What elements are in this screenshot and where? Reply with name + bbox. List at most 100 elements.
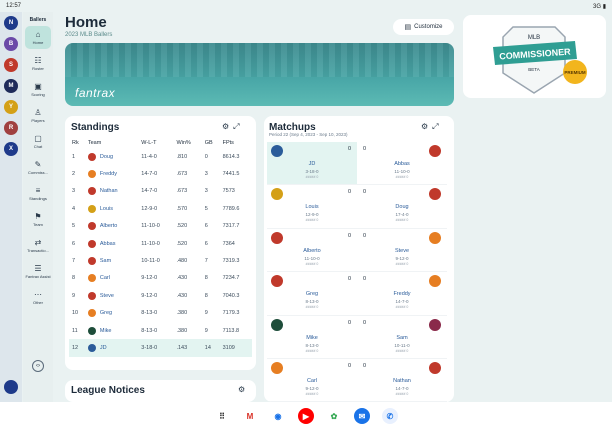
- nav-item-chat[interactable]: ▢ Chat: [25, 130, 51, 153]
- league-logo[interactable]: S: [4, 58, 18, 72]
- team-avatar: [87, 257, 96, 266]
- matchup-row[interactable]: 0 Louis 12-9-0 ##### 0 0 Doug 17-4-0 ##### 0: [267, 185, 447, 229]
- league-logo[interactable]: Y: [4, 100, 18, 114]
- table-row[interactable]: 3 Nathan 14-7-0 .673 3 7573: [69, 183, 252, 200]
- team-name[interactable]: Abbas: [100, 241, 116, 247]
- matchup-row[interactable]: 0 Carl 9-12-0 ##### 0 0 Nathan 14-7-0 ##### 0: [267, 359, 447, 402]
- expand-icon[interactable]: ⤢: [432, 122, 442, 131]
- nav-item-scoring[interactable]: ▣ Scoring: [25, 78, 51, 101]
- team-name[interactable]: Sam: [100, 258, 111, 264]
- team-name[interactable]: Louis: [100, 206, 113, 212]
- table-row[interactable]: 1 Doug 11-4-0 .810 0 8614.3: [69, 148, 252, 165]
- gmail-icon[interactable]: M: [242, 408, 258, 424]
- team-cell: Steve: [85, 287, 138, 304]
- matchup-team[interactable]: 0 Carl 9-12-0 ##### 0: [267, 359, 357, 401]
- league-logo[interactable]: X: [4, 142, 18, 156]
- nav-item-roster[interactable]: ☷ Roster: [25, 52, 51, 75]
- user-avatar[interactable]: [4, 380, 18, 394]
- nav-item-fantrax-assist[interactable]: ☰ Fantrax Assist: [25, 260, 51, 283]
- team-avatar: [271, 231, 283, 244]
- matchup-row[interactable]: 0 Mike 8-13-0 ##### 0 0 Sam 10-11-0 ##### 0: [267, 316, 447, 359]
- photos-icon[interactable]: ✿: [326, 408, 342, 424]
- table-row[interactable]: 8 Carl 9-12-0 .430 8 7234.7: [69, 270, 252, 287]
- customize-button[interactable]: ▤ Customize: [393, 19, 454, 35]
- gb-cell: 0: [204, 153, 208, 160]
- table-row[interactable]: 9 Steve 9-12-0 .430 8 7040.3: [69, 287, 252, 304]
- team-name[interactable]: Freddy: [100, 171, 117, 177]
- matchup-row[interactable]: 0 JD 3-18-0 ##### 0 0 Abbas 11-10-0 ##### 0: [267, 142, 447, 186]
- team-name[interactable]: Doug: [100, 154, 113, 160]
- gb-cell: 3: [204, 188, 208, 195]
- team-record: 12-9-0: [305, 212, 319, 218]
- settings-icon[interactable]: ⚙: [238, 385, 249, 394]
- phone-icon[interactable]: ✆: [382, 408, 398, 424]
- column-header[interactable]: Win%: [173, 137, 201, 148]
- team-name[interactable]: JD: [100, 345, 107, 351]
- table-row[interactable]: 4 Louis 12-9-0 .570 5 7789.6: [69, 200, 252, 217]
- nav-item-transactio[interactable]: ⇄ Transactio...: [25, 234, 51, 257]
- settings-icon[interactable]: ⚙: [222, 122, 233, 131]
- matchup-team[interactable]: 0 Freddy 14-7-0 ##### 0: [357, 272, 447, 314]
- matchup-team[interactable]: 0 Nathan 14-7-0 ##### 0: [357, 359, 447, 401]
- table-row[interactable]: 10 Greg 8-13-0 .380 9 7179.3: [69, 305, 252, 322]
- table-row[interactable]: 6 Abbas 11-10-0 .520 6 7364: [69, 235, 252, 252]
- team-name[interactable]: Steve: [100, 293, 114, 299]
- matchup-team[interactable]: 0 Steve 9-12-0 ##### 0: [357, 229, 447, 271]
- team-name[interactable]: Nathan: [100, 188, 118, 194]
- table-row[interactable]: 5 Alberto 11-10-0 .520 6 7317.7: [69, 218, 252, 235]
- team-avatar: [271, 188, 283, 201]
- gb-cell: 7: [204, 258, 208, 265]
- matchup-row[interactable]: 0 Greg 8-13-0 ##### 0 0 Freddy 14-7-0 ##### 0: [267, 272, 447, 316]
- team-name[interactable]: Greg: [100, 310, 112, 316]
- matchup-team[interactable]: 0 Greg 8-13-0 ##### 0: [267, 272, 357, 314]
- nav-item-home[interactable]: ⌂ Home: [25, 26, 51, 49]
- league-logo[interactable]: N: [4, 16, 18, 30]
- column-header[interactable]: Rk: [69, 137, 85, 148]
- table-row[interactable]: 2 Freddy 14-7-0 .673 3 7441.5: [69, 165, 252, 182]
- apps-grid-icon[interactable]: ⠿: [214, 408, 230, 424]
- matchup-team[interactable]: 0 Sam 10-11-0 ##### 0: [357, 316, 447, 358]
- team-projection: ##### 0: [305, 175, 319, 179]
- table-row[interactable]: 12 JD 3-18-0.143 14 3109: [69, 339, 252, 357]
- nav-item-players[interactable]: ♙ Players: [25, 104, 51, 127]
- table-row[interactable]: 7 Sam 10-11-0 .480 7 7319.3: [69, 252, 252, 269]
- collapse-nav-icon[interactable]: ‹›: [32, 360, 44, 372]
- nav-item-team[interactable]: ⚑ Team: [25, 208, 51, 231]
- youtube-icon[interactable]: ▶: [298, 408, 314, 424]
- nav-item-commiss[interactable]: ✎ Commiss...: [25, 156, 51, 179]
- table-row[interactable]: 11 Mike 8-13-0 .380 9 7113.8: [69, 322, 252, 339]
- matchup-team[interactable]: 0 Mike 8-13-0 ##### 0: [267, 316, 357, 358]
- matchup-team[interactable]: 0 JD 3-18-0 ##### 0: [267, 142, 357, 185]
- league-logo[interactable]: M: [4, 79, 18, 93]
- team-avatar: [429, 188, 441, 201]
- team-name[interactable]: Mike: [100, 328, 112, 334]
- expand-icon[interactable]: ⤢: [233, 122, 243, 131]
- pct-cell: .430: [176, 292, 188, 299]
- banner-stadium-image: [65, 43, 454, 77]
- nav-icon: ✎: [34, 160, 42, 169]
- matchup-team[interactable]: 0 Louis 12-9-0 ##### 0: [267, 185, 357, 227]
- team-score: 0: [363, 319, 367, 326]
- team-score: 0: [363, 276, 367, 283]
- nav-item-standings[interactable]: ≡ Standings: [25, 182, 51, 205]
- nav-label: Home: [32, 40, 44, 45]
- matchup-team[interactable]: 0 Alberto 11-10-0 ##### 0: [267, 229, 357, 271]
- wlt-cell: 14-7-0: [141, 188, 158, 195]
- matchup-row[interactable]: 0 Alberto 11-10-0 ##### 0 0 Steve 9-12-0 ##### …: [267, 229, 447, 273]
- team-name[interactable]: Carl: [100, 275, 110, 281]
- column-header[interactable]: W-L-T: [138, 137, 173, 148]
- settings-icon[interactable]: ⚙: [421, 122, 432, 131]
- column-header[interactable]: FPts: [220, 137, 252, 148]
- league-logo[interactable]: B: [4, 37, 18, 51]
- messages-icon[interactable]: ✉: [354, 408, 370, 424]
- team-name[interactable]: Alberto: [100, 223, 117, 229]
- chrome-icon[interactable]: ◉: [270, 408, 286, 424]
- matchup-team[interactable]: 0 Doug 17-4-0 ##### 0: [357, 185, 447, 227]
- column-header[interactable]: GB: [202, 137, 220, 148]
- matchup-team[interactable]: 0 Abbas 11-10-0 ##### 0: [357, 142, 447, 184]
- nav-item-other[interactable]: ⋯ Other: [25, 286, 51, 309]
- commissioner-card[interactable]: MLB COMMISSIONER BETA PREMIUM: [463, 15, 606, 98]
- column-header[interactable]: Team: [85, 137, 138, 148]
- team-avatar: [429, 318, 441, 331]
- league-logo[interactable]: R: [4, 121, 18, 135]
